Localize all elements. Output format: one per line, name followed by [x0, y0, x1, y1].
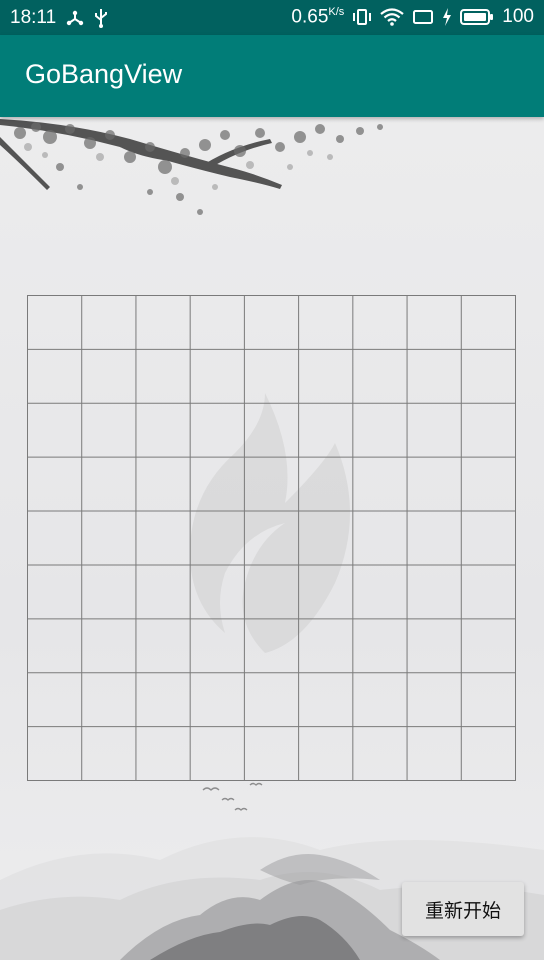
usb-tree-icon	[66, 9, 84, 27]
battery-level: 100	[502, 6, 534, 28]
screen-cast-icon	[412, 8, 434, 26]
wifi-icon	[380, 8, 404, 27]
gobang-board[interactable]	[27, 295, 516, 781]
battery-icon	[460, 8, 494, 26]
net-speed: 0.65K/s	[291, 6, 344, 28]
status-bar: 18:11 0.65K/s 100	[0, 0, 544, 35]
usb-icon	[94, 8, 108, 28]
app-bar: GoBangView	[0, 35, 544, 117]
status-time: 18:11	[10, 6, 57, 28]
vibrate-icon	[352, 8, 372, 26]
charging-icon	[442, 8, 452, 27]
net-speed-unit: K/s	[328, 6, 345, 19]
net-speed-value: 0.65	[291, 6, 329, 28]
restart-button[interactable]: 重新开始	[402, 882, 524, 936]
app-title: GoBangView	[25, 59, 183, 89]
branch-painting	[0, 119, 383, 215]
